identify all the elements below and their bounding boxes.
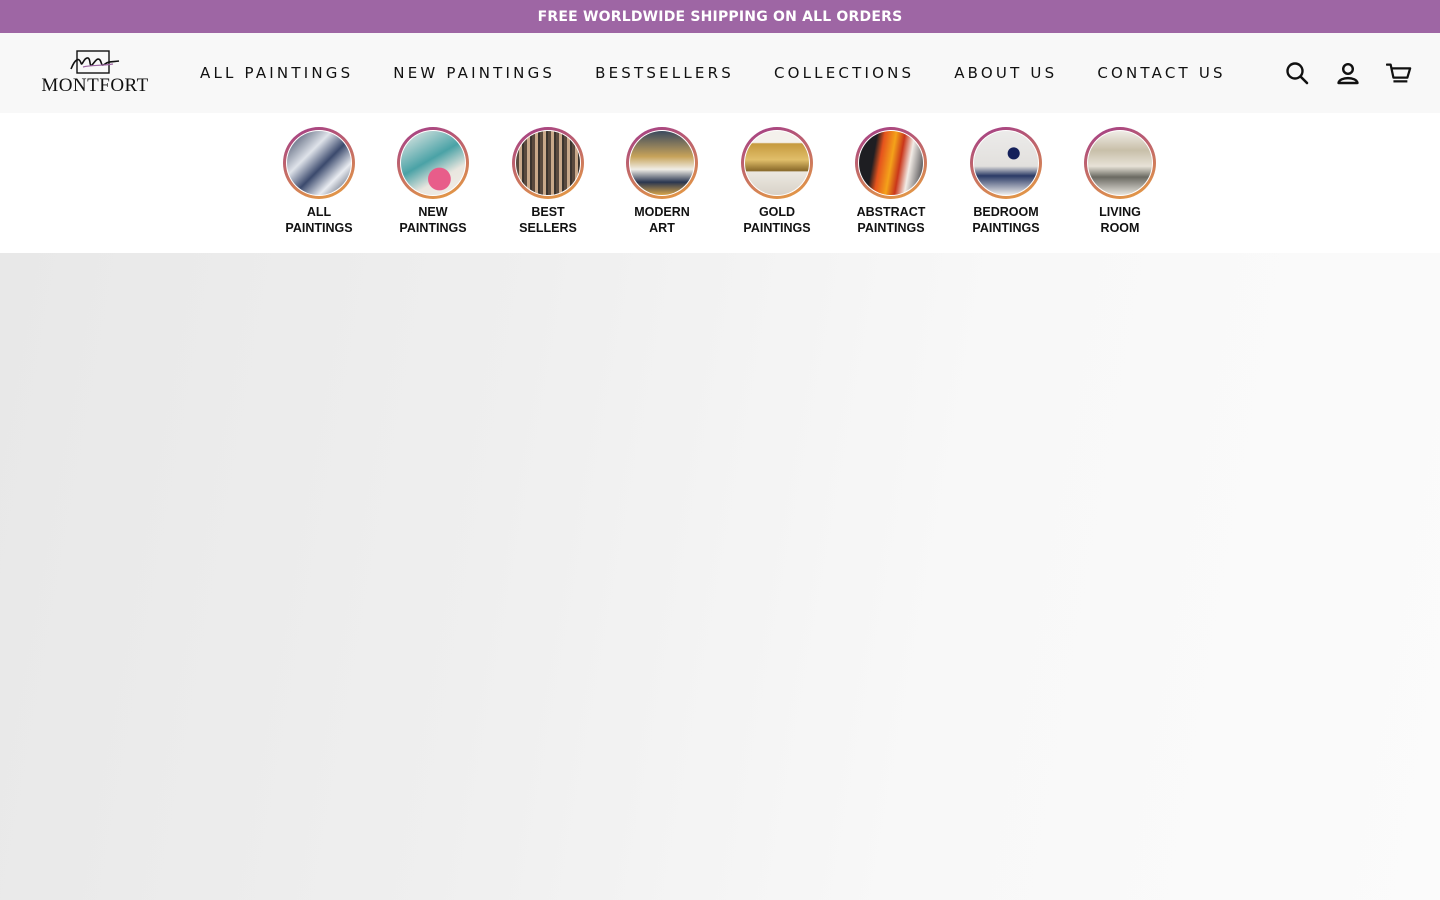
cart-icon[interactable] (1386, 60, 1412, 86)
announcement-text: FREE WORLDWIDE SHIPPING ON ALL ORDERS (537, 8, 903, 25)
nav-item-contact-us[interactable]: CONTACT US (1097, 64, 1225, 82)
category-ring (283, 127, 355, 199)
painting-thumbnail (630, 131, 694, 195)
category-best-sellers[interactable]: BEST SELLERS (493, 127, 603, 236)
painting-thumbnail (401, 131, 465, 195)
category-ring (626, 127, 698, 199)
category-label: BEST SELLERS (519, 205, 577, 235)
nav-item-collections[interactable]: COLLECTIONS (774, 64, 914, 82)
announcement-bar: FREE WORLDWIDE SHIPPING ON ALL ORDERS (0, 0, 1440, 33)
search-icon[interactable] (1284, 60, 1310, 86)
category-ring (855, 127, 927, 199)
painting-thumbnail (859, 131, 923, 195)
painting-thumbnail (516, 131, 580, 195)
painting-thumbnail (1088, 131, 1152, 195)
category-abstract-paintings[interactable]: ABSTRACT PAINTINGS (836, 127, 946, 236)
category-ring (970, 127, 1042, 199)
category-label: ALL PAINTINGS (285, 205, 353, 235)
logo-mark-icon (70, 50, 120, 74)
category-strip: ALL PAINTINGS NEW PAINTINGS BEST SELLERS MO… (0, 113, 1440, 253)
category-ring (512, 127, 584, 199)
account-icon[interactable] (1335, 60, 1361, 86)
painting-thumbnail (745, 131, 809, 195)
main-nav: ALL PAINTINGS NEW PAINTINGS BESTSELLERS … (200, 33, 1266, 113)
category-modern-art[interactable]: MODERN ART (607, 127, 717, 236)
hero-banner-placeholder (0, 253, 1440, 900)
logo-wordmark: Montfort (41, 75, 149, 96)
montfort-logo[interactable]: Montfort (41, 49, 149, 97)
category-bedroom-paintings[interactable]: BEDROOM PAINTINGS (951, 127, 1061, 236)
category-ring (397, 127, 469, 199)
category-label: MODERN ART (634, 205, 690, 235)
header-icons (1259, 33, 1412, 113)
nav-item-about-us[interactable]: ABOUT US (954, 64, 1057, 82)
nav-item-new-paintings[interactable]: NEW PAINTINGS (393, 64, 555, 82)
category-all-paintings[interactable]: ALL PAINTINGS (264, 127, 374, 236)
category-label: GOLD PAINTINGS (743, 205, 811, 235)
nav-item-bestsellers[interactable]: BESTSELLERS (595, 64, 734, 82)
category-label: BEDROOM PAINTINGS (972, 205, 1040, 235)
category-label: LIVING ROOM (1099, 205, 1141, 235)
category-ring (1084, 127, 1156, 199)
painting-thumbnail (287, 131, 351, 195)
category-gold-paintings[interactable]: GOLD PAINTINGS (722, 127, 832, 236)
category-label: NEW PAINTINGS (399, 205, 467, 235)
nav-item-all-paintings[interactable]: ALL PAINTINGS (200, 64, 353, 82)
site-header: Montfort ALL PAINTINGS NEW PAINTINGS BES… (0, 33, 1440, 113)
category-new-paintings[interactable]: NEW PAINTINGS (378, 127, 488, 236)
painting-thumbnail (974, 131, 1038, 195)
category-ring (741, 127, 813, 199)
category-living-room[interactable]: LIVING ROOM (1065, 127, 1175, 236)
category-label: ABSTRACT PAINTINGS (856, 205, 926, 235)
